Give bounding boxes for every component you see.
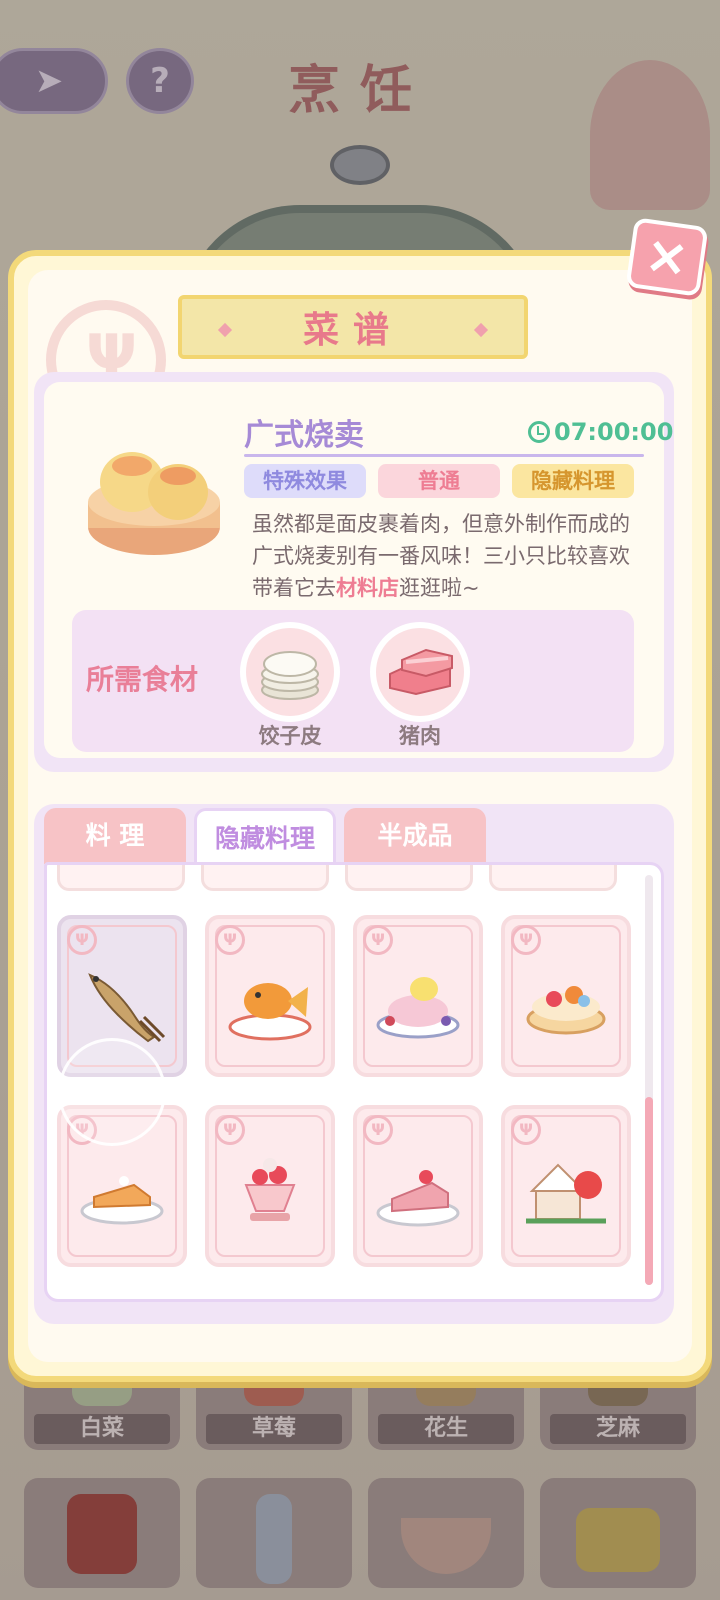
recipe-card[interactable]: Ψ xyxy=(205,915,335,1077)
recipe-card[interactable]: Ψ xyxy=(353,915,483,1077)
touch-indicator xyxy=(58,1038,166,1146)
tab-semi-finished[interactable]: 半成品 xyxy=(344,808,486,864)
close-button[interactable]: × xyxy=(625,217,709,297)
cook-time: 07:00:00 xyxy=(554,418,674,446)
description-highlight: 材料店 xyxy=(336,576,399,600)
dish-description: 虽然都是面皮裹着肉，但意外制作而成的广式烧麦别有一番风味！三小只比较喜欢带着它去… xyxy=(252,508,642,604)
ingredient-cell[interactable] xyxy=(540,1478,696,1588)
bowl-icon xyxy=(401,1518,491,1574)
recipe-card[interactable]: Ψ xyxy=(353,1105,483,1267)
fish-dish-icon xyxy=(88,973,166,1043)
brown-sugar-icon xyxy=(67,1494,137,1574)
ingredient-label: 猪肉 xyxy=(399,724,441,748)
pot-lid xyxy=(330,145,390,185)
fork-badge-icon: Ψ xyxy=(363,1115,393,1145)
fork-badge-icon: Ψ xyxy=(215,1115,245,1145)
ingredient-label: 花生 xyxy=(378,1414,514,1444)
dialog-title-ribbon: 菜谱 xyxy=(178,295,528,359)
screen-title: 烹饪 xyxy=(287,61,432,121)
dumpling-wrapper-icon xyxy=(240,622,340,722)
recipe-card-partial[interactable] xyxy=(201,865,329,891)
tag-hidden-dish: 隐藏料理 xyxy=(512,464,634,498)
ingredient-label: 饺子皮 xyxy=(258,724,322,748)
gingerbread-house-icon xyxy=(526,1163,606,1224)
close-icon: × xyxy=(641,224,693,290)
ingredient-label: 草莓 xyxy=(206,1414,342,1444)
dish-detail-card: 广式烧卖 07:00:00 特殊效果 普通 隐藏料理 虽然都是面皮裹着肉，但意外… xyxy=(34,372,674,772)
description-text-end: 逛逛啦~ xyxy=(399,576,480,600)
recipe-tabs: 料 理 隐藏料理 半成品 xyxy=(44,808,486,864)
tag-normal: 普通 xyxy=(378,464,500,498)
ribbon-dot xyxy=(473,322,489,338)
kettle-decoration xyxy=(590,60,710,210)
dish-detail-inner: 广式烧卖 07:00:00 特殊效果 普通 隐藏料理 虽然都是面皮裹着肉，但意外… xyxy=(44,382,673,758)
ingredient-cell[interactable] xyxy=(368,1478,524,1588)
recipe-card[interactable]: Ψ xyxy=(501,915,631,1077)
dish-name: 广式烧卖 xyxy=(244,418,364,453)
cook-timer: 07:00:00 xyxy=(528,418,673,446)
tag-special-effect: 特殊效果 xyxy=(244,464,366,498)
question-icon: ? xyxy=(150,61,170,101)
ribbon-dot xyxy=(217,322,233,338)
ingredient-label: 芝麻 xyxy=(550,1414,686,1444)
strawberry-sundae-icon xyxy=(244,1158,296,1221)
fork-badge-icon: Ψ xyxy=(215,925,245,955)
tab-dishes[interactable]: 料 理 xyxy=(44,808,186,864)
recipe-card[interactable]: Ψ xyxy=(501,1105,631,1267)
ingredient-cell[interactable] xyxy=(196,1478,352,1588)
ingredient-item[interactable]: 饺子皮 xyxy=(240,622,340,750)
ingredient-cell[interactable] xyxy=(24,1478,180,1588)
water-bottle-icon xyxy=(256,1494,292,1584)
fruit-tart-icon xyxy=(526,986,606,1035)
cheese-icon xyxy=(576,1508,660,1572)
help-button[interactable]: ? xyxy=(126,48,194,114)
back-arrow-icon: ➤ xyxy=(34,61,64,101)
ingredient-item[interactable]: 猪肉 xyxy=(370,622,470,750)
fork-badge-icon: Ψ xyxy=(511,925,541,955)
previous-row-cards xyxy=(57,865,617,891)
ingredient-label: 白菜 xyxy=(34,1414,170,1444)
scrollbar-thumb[interactable] xyxy=(645,1097,653,1285)
required-ingredients: 所需食材 饺子皮 猪肉 xyxy=(72,610,634,752)
dialog-title: 菜谱 xyxy=(302,310,403,351)
fork-badge-icon: Ψ xyxy=(511,1115,541,1145)
fork-badge-icon: Ψ xyxy=(67,925,97,955)
recipe-card[interactable]: Ψ xyxy=(205,1105,335,1267)
shaomai-icon xyxy=(88,452,220,555)
strawberry-cake-icon xyxy=(376,1170,460,1227)
fork-badge-icon: Ψ xyxy=(363,925,393,955)
pork-icon xyxy=(370,622,470,722)
title-underline xyxy=(244,454,644,457)
chick-pudding-icon xyxy=(376,977,460,1039)
cake-slice-icon xyxy=(80,1176,164,1225)
recipe-card-partial[interactable] xyxy=(57,865,185,891)
tab-hidden-dishes[interactable]: 隐藏料理 xyxy=(194,808,336,864)
ingredients-title: 所需食材 xyxy=(86,663,199,696)
recipe-card-partial[interactable] xyxy=(489,865,617,891)
back-button[interactable]: ➤ xyxy=(0,48,108,114)
clock-icon xyxy=(528,421,550,443)
goldfish-dish-icon xyxy=(228,983,312,1041)
recipe-card-partial[interactable] xyxy=(345,865,473,891)
